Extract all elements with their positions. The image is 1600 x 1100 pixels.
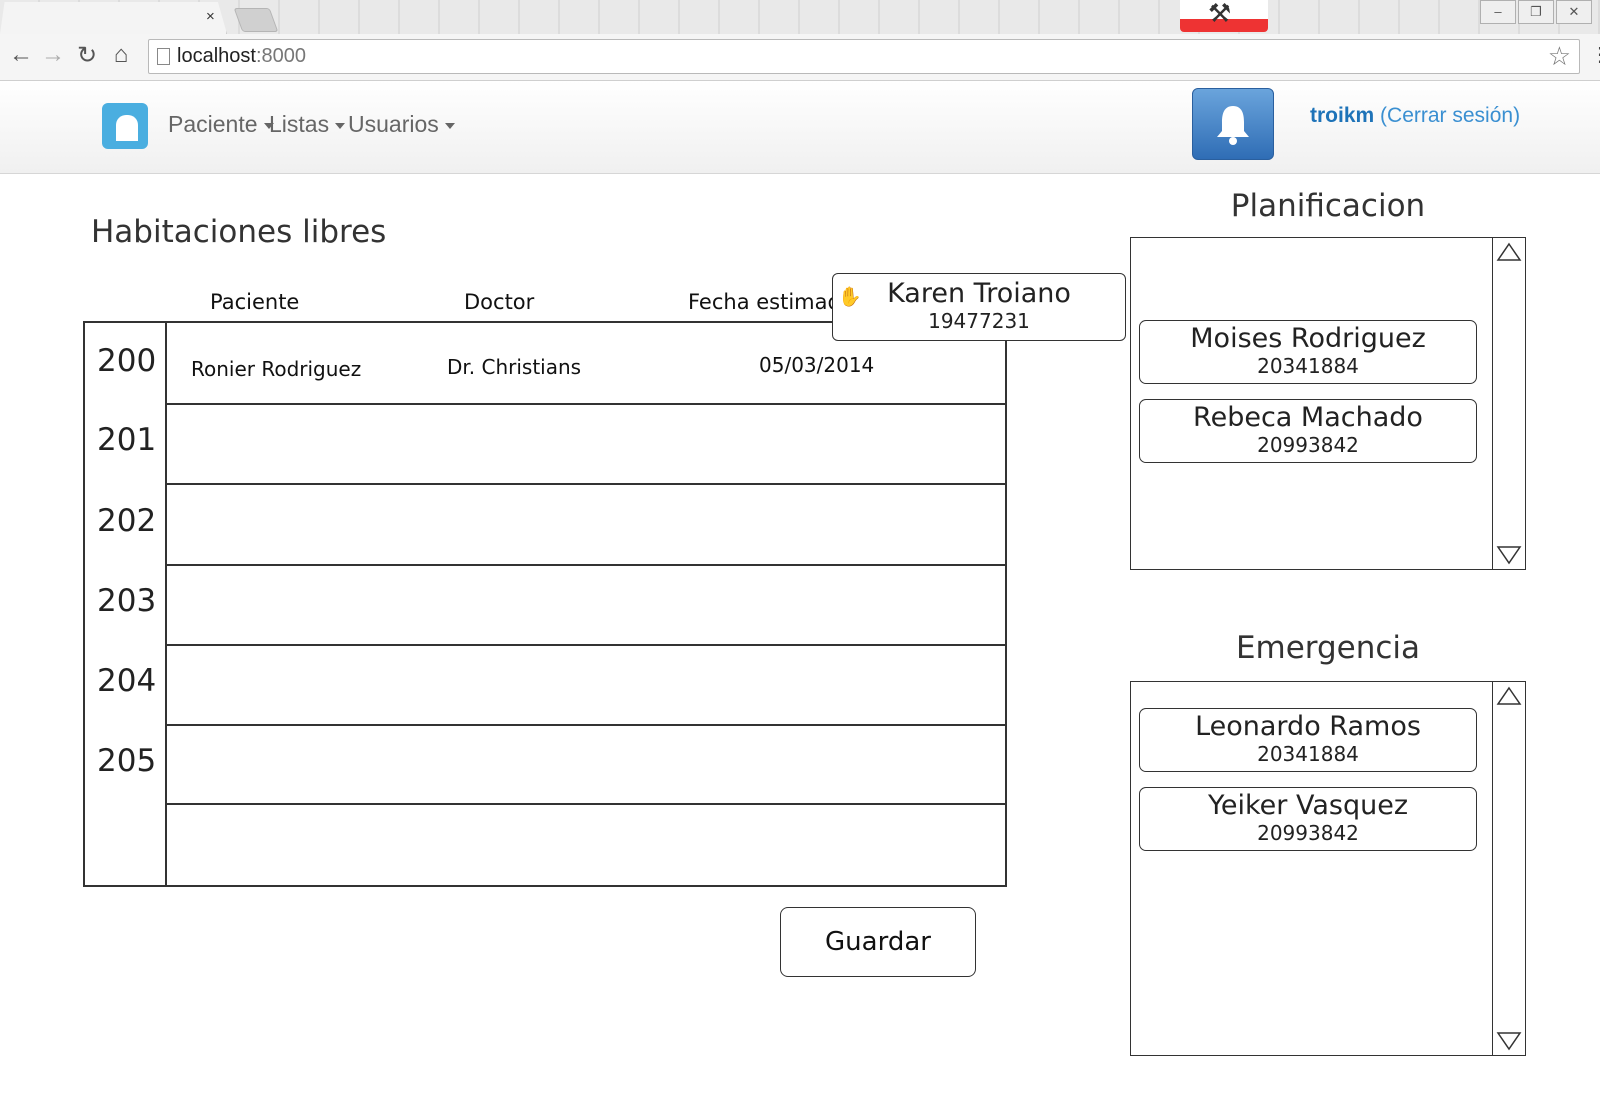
- app-navbar: Paciente Listas Usuarios troikm (Cerrar …: [0, 81, 1600, 174]
- planificacion-title: Planificacion: [1230, 188, 1426, 224]
- column-header-fecha: Fecha estimad: [688, 290, 841, 314]
- window-controls: – ❐ ✕: [1480, 0, 1592, 24]
- close-window-button[interactable]: ✕: [1556, 0, 1592, 24]
- patient-id: 20341884: [1257, 354, 1359, 378]
- browser-toolbar: ← → ↻ ⌂ localhost:8000 ☆ ⋮: [0, 34, 1600, 81]
- restore-button[interactable]: ❐: [1518, 0, 1554, 24]
- logout-link[interactable]: (Cerrar sesión): [1380, 104, 1520, 127]
- row-divider: [167, 803, 1005, 805]
- url-host: localhost: [177, 45, 256, 67]
- caret-down-icon: [444, 122, 455, 129]
- patient-card[interactable]: Yeiker Vasquez 20993842: [1139, 787, 1477, 851]
- patient-name: Rebeca Machado: [1193, 402, 1423, 433]
- patient-card[interactable]: Moises Rodriguez 20341884: [1139, 320, 1477, 384]
- menu-listas-label: Listas: [269, 111, 330, 137]
- room-number: 205: [97, 743, 157, 779]
- scroll-down-icon[interactable]: [1496, 545, 1522, 565]
- page-title: Habitaciones libres: [91, 214, 387, 250]
- scrollbar[interactable]: [1492, 238, 1525, 569]
- patient-id: 19477231: [928, 309, 1030, 333]
- bell-icon: [1217, 106, 1249, 145]
- dragged-patient-card[interactable]: Karen Troiano 19477231: [832, 273, 1126, 341]
- patient-card[interactable]: Rebeca Machado 20993842: [1139, 399, 1477, 463]
- row-divider: [167, 644, 1005, 646]
- save-button[interactable]: Guardar: [780, 907, 976, 977]
- home-icon[interactable]: ⌂: [106, 41, 136, 69]
- tools-icon: ⚒: [1208, 0, 1232, 28]
- column-header-paciente: Paciente: [210, 290, 300, 314]
- url-text[interactable]: localhost:8000: [177, 45, 306, 68]
- url-port: :8000: [255, 45, 306, 67]
- back-icon[interactable]: ←: [6, 41, 36, 69]
- room-numbers-column: 200 201 202 203 204 205: [85, 323, 167, 885]
- menu-listas[interactable]: Listas: [269, 111, 346, 138]
- cell-fecha[interactable]: 05/03/2014: [759, 353, 874, 377]
- scroll-up-icon[interactable]: [1496, 686, 1522, 706]
- patient-name: Moises Rodriguez: [1190, 323, 1426, 354]
- emergencia-title: Emergencia: [1235, 630, 1421, 666]
- caret-down-icon: [335, 122, 346, 129]
- tab-close-icon[interactable]: ×: [206, 8, 215, 25]
- scroll-down-icon[interactable]: [1496, 1031, 1522, 1051]
- cell-doctor[interactable]: Dr. Christians: [447, 355, 581, 379]
- room-number: 200: [97, 343, 157, 379]
- cell-paciente[interactable]: Ronier Rodriguez: [191, 357, 361, 381]
- browser-tab[interactable]: ×: [0, 2, 227, 34]
- emergencia-list[interactable]: Leonardo Ramos 20341884 Yeiker Vasquez 2…: [1130, 681, 1526, 1056]
- page-icon: [157, 48, 170, 65]
- patient-name: Yeiker Vasquez: [1207, 790, 1408, 821]
- forward-icon[interactable]: →: [38, 41, 68, 69]
- patient-name: Karen Troiano: [887, 278, 1071, 309]
- menu-usuarios-label: Usuarios: [348, 111, 439, 137]
- room-number: 201: [97, 422, 157, 458]
- patient-card[interactable]: Leonardo Ramos 20341884: [1139, 708, 1477, 772]
- minimize-button[interactable]: –: [1480, 0, 1516, 24]
- menu-paciente[interactable]: Paciente: [168, 111, 274, 138]
- browser-logo: ⚒: [1180, 0, 1268, 32]
- column-header-doctor: Doctor: [464, 290, 535, 314]
- app-logo[interactable]: [102, 103, 148, 149]
- room-number: 204: [97, 663, 157, 699]
- star-icon[interactable]: ☆: [1548, 41, 1571, 72]
- row-divider: [167, 483, 1005, 485]
- patient-id: 20993842: [1257, 821, 1359, 845]
- rooms-table: 200 201 202 203 204 205 Ronier Rodriguez…: [83, 321, 1007, 887]
- username-link[interactable]: troikm: [1310, 104, 1374, 127]
- patient-name: Leonardo Ramos: [1195, 711, 1421, 742]
- room-number: 202: [97, 503, 157, 539]
- scroll-up-icon[interactable]: [1496, 242, 1522, 262]
- room-number: 203: [97, 583, 157, 619]
- planificacion-list[interactable]: Moises Rodriguez 20341884 Rebeca Machado…: [1130, 237, 1526, 570]
- tab-strip: × ⚒ – ❐ ✕: [0, 0, 1600, 34]
- grab-hand-icon: ✋: [838, 287, 862, 308]
- menu-usuarios[interactable]: Usuarios: [348, 111, 455, 138]
- reload-icon[interactable]: ↻: [72, 41, 102, 70]
- patient-id: 20341884: [1257, 742, 1359, 766]
- row-divider: [167, 564, 1005, 566]
- patient-id: 20993842: [1257, 433, 1359, 457]
- new-tab-button[interactable]: [233, 8, 279, 32]
- row-divider: [167, 403, 1005, 405]
- address-bar[interactable]: localhost:8000 ☆: [148, 39, 1580, 74]
- notifications-button[interactable]: [1192, 88, 1274, 160]
- menu-paciente-label: Paciente: [168, 111, 258, 137]
- row-divider: [167, 724, 1005, 726]
- user-info: troikm (Cerrar sesión): [1310, 104, 1520, 128]
- menu-icon[interactable]: ⋮: [1590, 42, 1600, 67]
- scrollbar[interactable]: [1492, 682, 1525, 1055]
